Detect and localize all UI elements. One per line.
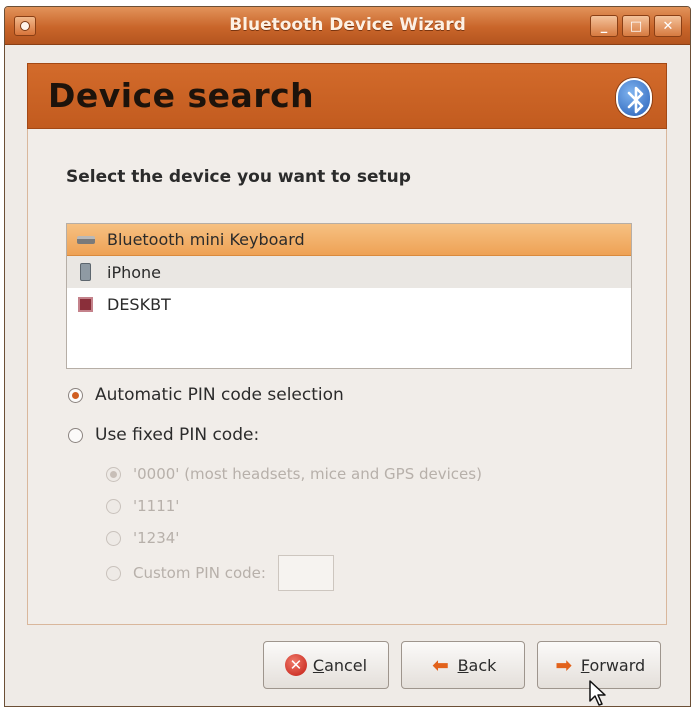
page-title: Device search — [48, 76, 315, 115]
forward-label: Forward — [580, 655, 646, 675]
custom-pin-input[interactable] — [277, 555, 334, 591]
arrow-left-icon: ⬅ — [432, 653, 449, 677]
automatic-pin-radio[interactable] — [68, 387, 83, 403]
device-row-deskbt[interactable]: DESKBT — [67, 288, 631, 320]
cancel-icon: ✕ — [284, 654, 307, 676]
device-list[interactable]: Bluetooth mini Keyboard iPhone DESKBT — [66, 223, 632, 369]
arrow-right-icon: ➡ — [555, 653, 573, 677]
cancel-label: Cancel — [312, 655, 368, 675]
bluetooth-icon — [616, 78, 652, 118]
pin-1111-option[interactable]: '1111' — [106, 497, 179, 515]
fixed-pin-option[interactable]: Use fixed PIN code: — [68, 425, 259, 445]
mouse-cursor-icon — [589, 680, 606, 706]
pin-1234-option[interactable]: '1234' — [106, 529, 179, 547]
back-button[interactable]: ⬅ Back — [401, 641, 525, 689]
automatic-pin-option[interactable]: Automatic PIN code selection — [68, 385, 344, 405]
bluetooth-wizard-window: Bluetooth Device Wizard _ □ ✕ Device sea… — [4, 6, 691, 707]
minimize-button[interactable]: _ — [590, 15, 618, 37]
device-name: Bluetooth mini Keyboard — [107, 230, 305, 249]
close-button[interactable]: ✕ — [654, 15, 682, 37]
maximize-button[interactable]: □ — [622, 15, 650, 37]
device-name: DESKBT — [107, 294, 171, 314]
pin-0000-label: '0000' (most headsets, mice and GPS devi… — [133, 465, 482, 483]
custom-pin-radio[interactable] — [106, 565, 121, 581]
fixed-pin-radio[interactable] — [68, 427, 83, 443]
device-row-keyboard[interactable]: Bluetooth mini Keyboard — [67, 224, 631, 256]
pin-0000-radio[interactable] — [106, 466, 121, 482]
phone-icon — [80, 263, 91, 281]
cancel-button[interactable]: ✕ Cancel — [263, 641, 389, 689]
pin-1234-radio[interactable] — [106, 530, 121, 546]
device-prompt: Select the device you want to setup — [66, 167, 411, 187]
pin-1111-label: '1111' — [133, 497, 180, 515]
back-label: Back — [457, 655, 497, 675]
window-title: Bluetooth Device Wizard — [229, 15, 466, 35]
device-row-iphone[interactable]: iPhone — [67, 256, 631, 288]
automatic-pin-label: Automatic PIN code selection — [95, 385, 344, 405]
keyboard-icon — [77, 235, 95, 244]
computer-icon — [78, 296, 93, 312]
device-name: iPhone — [107, 262, 162, 282]
bluetooth-glyph — [627, 86, 644, 114]
title-bar[interactable]: Bluetooth Device Wizard _ □ ✕ — [5, 7, 690, 45]
custom-pin-option[interactable]: Custom PIN code: — [106, 555, 334, 591]
pin-1234-label: '1234' — [133, 529, 180, 547]
custom-pin-label: Custom PIN code: — [133, 564, 266, 582]
wizard-content: Select the device you want to setup Blue… — [27, 129, 667, 625]
window-controls: _ □ ✕ — [590, 15, 682, 37]
pin-1111-radio[interactable] — [106, 498, 121, 514]
fixed-pin-label: Use fixed PIN code: — [95, 425, 260, 445]
page-banner: Device search — [27, 63, 667, 129]
pin-0000-option[interactable]: '0000' (most headsets, mice and GPS devi… — [106, 465, 482, 483]
